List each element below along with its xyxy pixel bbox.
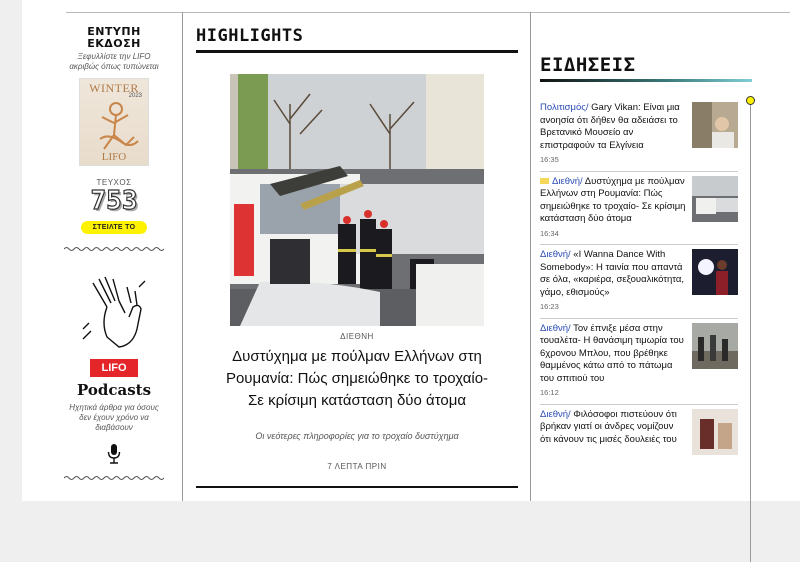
news-item-category[interactable]: Διεθνή/	[552, 176, 583, 187]
issue-number: 753	[90, 186, 138, 216]
news-item[interactable]: Διεθνή/ Φιλόσοφοι πιστεύουν ότι βρήκαν γ…	[540, 405, 738, 459]
news-item[interactable]: Πολιτισμός/ Gary Vikan: Είναι μια ανοησί…	[540, 98, 738, 172]
wave-divider-icon	[63, 247, 165, 251]
podcast-lifo-logo[interactable]: LIFO	[90, 359, 138, 377]
news-timeline	[750, 102, 751, 562]
microphone-icon[interactable]	[107, 443, 121, 465]
news-item-category[interactable]: Πολιτισμός/	[540, 102, 589, 113]
news-item-thumbnail[interactable]	[692, 322, 738, 369]
news-list: Πολιτισμός/ Gary Vikan: Είναι μια ανοησί…	[540, 98, 738, 459]
news-item-text: Διεθνή/ Φιλόσοφοι πιστεύουν ότι βρήκαν γ…	[540, 409, 686, 455]
column-divider-right	[530, 12, 531, 501]
page: ΕΝΤΥΠΗ ΕΚΔΟΣΗ Ξεφυλλίστε την LIFO ακριβώ…	[22, 0, 800, 562]
news-item[interactable]: Διεθνή/ Τον έπνιξε μέσα στην τουαλέτα- Η…	[540, 319, 738, 405]
news-item-thumbnail[interactable]	[692, 249, 738, 295]
news-gradient-bar	[540, 79, 752, 82]
clapping-hands-icon[interactable]	[79, 273, 149, 353]
news-item-thumbnail[interactable]	[692, 102, 738, 148]
news-item-time: 16:35	[540, 155, 559, 164]
article-category[interactable]: ΔΙΕΘΝΗ	[196, 332, 518, 341]
highlights-title: HIGHLIGHTS	[196, 26, 518, 53]
news-item-text: Διεθνή/ «I Wanna Dance With Somebody»: Η…	[540, 249, 686, 314]
timeline-dot-icon	[746, 96, 755, 105]
news-item[interactable]: Διεθνή/ Δυστύχημα με πούλμαν Ελλήνων στη…	[540, 172, 738, 245]
bus-accident-photo	[230, 74, 484, 326]
news-item-category[interactable]: Διεθνή/	[540, 409, 571, 420]
news-item-time: 16:12	[540, 388, 559, 397]
news-item-category[interactable]: Διεθνή/	[540, 323, 571, 334]
article-timestamp: 7 ΛΕΠΤΑ ΠΡΙΝ	[327, 462, 387, 471]
left-column: ΕΝΤΥΠΗ ΕΚΔΟΣΗ Ξεφυλλίστε την LIFO ακριβώ…	[63, 25, 165, 486]
folder-icon	[540, 177, 549, 184]
podcasts-title[interactable]: Podcasts	[64, 381, 164, 399]
send-it-button[interactable]: ΣΤΕΙΛΤΕ ΤΟ	[80, 221, 148, 234]
news-item-text: Διεθνή/ Τον έπνιξε μέσα στην τουαλέτα- Η…	[540, 323, 686, 400]
news-item[interactable]: Διεθνή/ «I Wanna Dance With Somebody»: Η…	[540, 245, 738, 319]
wave-divider-bottom-icon	[63, 476, 165, 480]
print-edition-title: ΕΝΤΥΠΗ ΕΚΔΟΣΗ	[87, 25, 141, 50]
news-item-time: 16:23	[540, 302, 559, 311]
news-item-thumbnail[interactable]	[692, 408, 738, 455]
news-item-thumbnail[interactable]	[692, 175, 738, 222]
article-headline[interactable]: Δυστύχημα με πούλμαν Ελλήνων στη Ρουμανί…	[216, 346, 498, 412]
highlights-column: HIGHLIGHTS ΔΙΕΘΝΗ Δυστύχημα με πούλμαν Ε…	[196, 26, 518, 488]
magazine-cover[interactable]: WINTER 2023 LIFO	[79, 78, 149, 166]
cover-logo: LIFO	[101, 151, 127, 163]
hero-image[interactable]	[230, 74, 484, 326]
news-column: ΕΙΔΗΣΕΙΣ Πολιτισμός/ Gary Vikan: Είναι μ…	[540, 54, 755, 562]
top-rule	[66, 12, 790, 13]
column-divider-left	[182, 12, 183, 501]
podcasts-subtitle: Ηχητικά άρθρα για όσους δεν έχουν χρόνο …	[69, 403, 159, 432]
center-bottom-rule	[196, 486, 518, 488]
news-item-text: Διεθνή/ Δυστύχημα με πούλμαν Ελλήνων στη…	[540, 176, 686, 241]
print-edition-subtitle: Ξεφυλλίστε την LIFO ακριβώς όπως τυπώνετ…	[69, 52, 159, 71]
news-item-category[interactable]: Διεθνή/	[540, 249, 571, 260]
news-item-text: Πολιτισμός/ Gary Vikan: Είναι μια ανοησί…	[540, 102, 686, 167]
news-item-time: 16:34	[540, 228, 559, 238]
article-subtitle: Οι νεότερες πληροφορίες για το τροχαίο δ…	[255, 431, 459, 441]
news-title: ΕΙΔΗΣΕΙΣ	[540, 54, 636, 76]
